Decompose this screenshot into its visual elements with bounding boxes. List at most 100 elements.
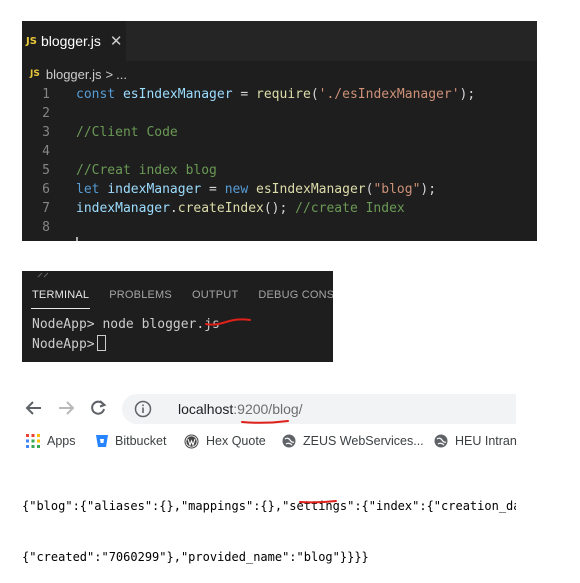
code-text: //Creat index blog xyxy=(76,161,217,180)
bookmark-label: Hex Quote xyxy=(206,434,266,448)
url-path: :9200/blog/ xyxy=(233,401,303,417)
line-number: 3 xyxy=(42,125,50,140)
red-underline-annotation xyxy=(205,318,251,326)
back-button[interactable] xyxy=(22,396,46,420)
code-token: //Creat index blog xyxy=(76,163,217,178)
tab-terminal[interactable]: TERMINAL xyxy=(30,289,91,311)
line-number: 5 xyxy=(42,163,50,178)
forward-button[interactable] xyxy=(54,396,78,420)
text-cursor xyxy=(76,237,78,241)
breadcrumb[interactable]: JS blogger.js > ... xyxy=(30,63,127,85)
bookmark-zeus-webservices[interactable]: ZEUS WebServices... xyxy=(282,430,424,452)
bookmark-apps[interactable]: Apps xyxy=(26,430,76,452)
code-text: const esIndexManager = require('./esInde… xyxy=(76,85,475,104)
reload-button[interactable] xyxy=(86,396,110,420)
code-text: //Client Code xyxy=(76,123,178,142)
editor-tab-label: blogger.js xyxy=(40,33,101,49)
code-token: ); xyxy=(459,87,476,102)
terminal-command: node blogger.js xyxy=(94,317,220,332)
globe-icon xyxy=(434,434,448,448)
code-area[interactable]: 1 const esIndexManager = require('./esInd… xyxy=(22,85,537,237)
editor-tab-blogger-js[interactable]: JS blogger.js ✕ xyxy=(22,21,126,61)
url-host: localhost xyxy=(178,401,234,417)
info-icon[interactable] xyxy=(134,400,152,418)
bookmark-label: HEU Intran xyxy=(455,434,517,448)
code-token: . xyxy=(169,201,178,216)
terminal-cursor xyxy=(96,335,106,351)
line-number: 6 xyxy=(42,182,50,197)
red-underline-annotation xyxy=(299,500,337,504)
code-line[interactable]: 3 //Client Code xyxy=(22,123,537,142)
bookmark-hex-quote[interactable]: Hex Quote xyxy=(184,430,266,452)
code-token: = xyxy=(201,182,225,197)
code-token: indexManager xyxy=(76,201,170,216)
javascript-file-icon: JS xyxy=(26,35,37,47)
code-token: esIndexManager xyxy=(122,87,233,102)
code-line[interactable]: 2 xyxy=(22,104,537,123)
tab-problems[interactable]: PROBLEMS xyxy=(109,289,172,311)
line-number: 1 xyxy=(42,87,50,102)
globe-icon xyxy=(282,434,296,448)
terminal-prompt: NodeApp> xyxy=(32,317,95,332)
red-underline-annotation xyxy=(241,420,289,424)
line-number: 4 xyxy=(42,144,50,159)
code-editor: JS blogger.js ✕ JS blogger.js > ... 1 con… xyxy=(22,21,537,241)
code-text: let indexManager = new esIndexManager("b… xyxy=(76,180,436,199)
code-token: ); xyxy=(420,182,437,197)
tab-debug-console[interactable]: DEBUG CONSOLE xyxy=(258,289,333,311)
bookmark-label: ZEUS WebServices... xyxy=(303,434,424,448)
code-token: //Client Code xyxy=(76,125,178,140)
address-bar[interactable]: localhost:9200/blog/ xyxy=(122,394,516,424)
code-line[interactable]: 7 indexManager.createIndex(); //create In… xyxy=(22,199,537,218)
arrow-left-icon xyxy=(25,401,41,415)
apps-grid-icon xyxy=(26,434,40,448)
line-number: 7 xyxy=(42,201,50,216)
bookmark-heu-intranet[interactable]: HEU Intran xyxy=(434,430,517,452)
breadcrumb-file[interactable]: blogger.js xyxy=(46,67,102,82)
code-text: indexManager.createIndex(); //create Ind… xyxy=(76,199,405,218)
terminal-line: NodeApp> node blogger.js xyxy=(32,317,220,332)
code-line[interactable]: 4 xyxy=(22,142,537,161)
terminal-prompt: NodeApp> xyxy=(32,337,95,352)
arrow-right-icon xyxy=(59,401,75,415)
code-token: require xyxy=(256,87,311,102)
code-token: const xyxy=(76,87,116,102)
code-line[interactable]: 6 let indexManager = new esIndexManager("… xyxy=(22,180,537,199)
code-token: (); xyxy=(263,201,296,216)
chevron-right-icon: > xyxy=(105,66,114,82)
code-token: "blog" xyxy=(373,182,421,197)
code-token: = xyxy=(232,87,257,102)
javascript-file-icon: JS xyxy=(30,69,40,79)
bookmark-label: Apps xyxy=(47,434,76,448)
terminal-tab-bar: TERMINAL PROBLEMS OUTPUT DEBUG CONSOLE xyxy=(22,289,333,311)
close-icon[interactable]: ✕ xyxy=(110,32,123,50)
terminal-panel: TERMINAL PROBLEMS OUTPUT DEBUG CONSOLE N… xyxy=(22,271,333,362)
code-token: createIndex xyxy=(177,201,264,216)
code-token: esIndexManager xyxy=(256,182,366,197)
code-line[interactable]: 8 xyxy=(22,218,537,237)
breadcrumb-more[interactable]: ... xyxy=(116,67,127,82)
reload-icon xyxy=(91,400,107,415)
line-number: 8 xyxy=(42,220,50,235)
bookmarks-bar: Apps Bitbucket Hex Quote ZEUS WebService… xyxy=(22,430,517,452)
code-line[interactable]: 1 const esIndexManager = require('./esInd… xyxy=(22,85,537,104)
response-line: {"created":"7060299"},"provided_name":"b… xyxy=(22,550,369,564)
code-token: ( xyxy=(310,87,319,102)
tab-output[interactable]: OUTPUT xyxy=(192,289,238,311)
bookmark-bitbucket[interactable]: Bitbucket xyxy=(96,430,166,452)
code-token: indexManager xyxy=(107,182,202,197)
code-token: //create Index xyxy=(295,201,405,216)
line-number: 2 xyxy=(42,106,50,121)
json-response: {"blog":{"aliases":{},"mappings":{},"set… xyxy=(22,464,516,583)
code-line[interactable]: 5 //Creat index blog xyxy=(22,161,537,180)
terminal-line[interactable]: NodeApp> xyxy=(32,335,106,352)
code-token: new xyxy=(224,182,249,197)
editor-tab-bar: JS blogger.js ✕ xyxy=(22,21,537,61)
panel-resize-handle-icon[interactable] xyxy=(36,271,56,279)
code-token: let xyxy=(76,182,100,197)
bitbucket-icon xyxy=(96,435,108,447)
url-text: localhost:9200/blog/ xyxy=(178,401,303,417)
bookmark-label: Bitbucket xyxy=(115,434,167,448)
